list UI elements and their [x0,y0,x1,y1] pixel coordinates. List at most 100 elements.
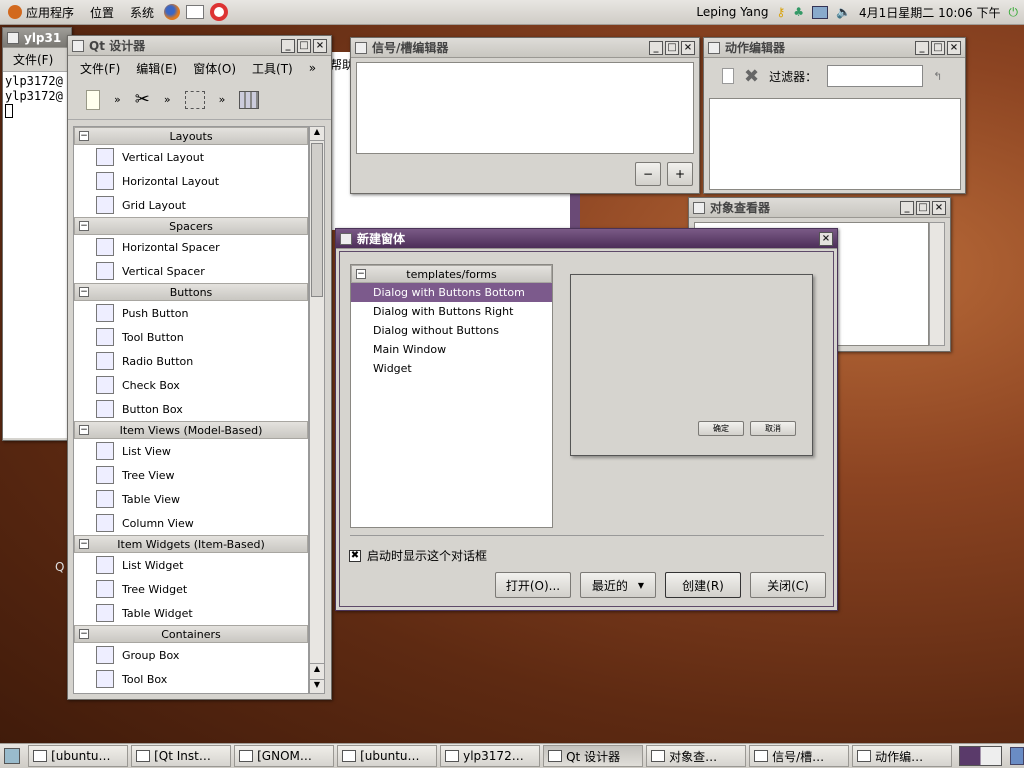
help-icon[interactable] [210,3,229,21]
minimize-button[interactable]: _ [915,40,929,55]
collapse-icon[interactable]: − [79,629,89,639]
mail-icon[interactable] [186,5,205,19]
dialog-close-button[interactable]: × [819,231,833,246]
collapse-icon[interactable]: − [79,539,89,549]
widget-group-box[interactable]: Group Box [74,643,308,667]
widget-vertical-spacer[interactable]: Vertical Spacer [74,259,308,283]
new-form-dialog[interactable]: 新建窗体 × − templates/forms Dialog with Butt… [335,228,838,611]
template-dialog-with-buttons-bottom[interactable]: Dialog with Buttons Bottom [351,283,552,302]
close-button[interactable]: × [313,38,327,53]
taskbar-item[interactable]: [ubuntu… [337,745,438,767]
clear-filter-icon[interactable]: ↰ [933,70,942,83]
cut-icon[interactable]: ✂ [135,89,150,110]
widget-radio-button[interactable]: Radio Button [74,349,308,373]
create-button[interactable]: 创建(R) [665,572,741,598]
widget-tool-button[interactable]: Tool Button [74,325,308,349]
filter-input[interactable] [827,65,924,87]
template-dialog-with-buttons-right[interactable]: Dialog with Buttons Right [351,302,552,321]
add-connection-button[interactable]: + [667,162,693,186]
show-desktop-icon[interactable] [4,748,21,764]
firefox-icon[interactable] [164,4,181,20]
remove-connection-button[interactable]: − [635,162,661,186]
logout-icon[interactable]: ⏻ [1009,5,1019,20]
close-button[interactable]: × [681,40,695,55]
taskbar-item[interactable]: [GNOM… [234,745,335,767]
clock[interactable]: 4月1日星期二 10:06 下午 [859,4,1000,21]
terminal-menu-file[interactable]: 文件(F) [3,48,71,72]
show-on-start-checkbox[interactable]: ✖ 启动时显示这个对话框 [349,547,487,564]
template-tree[interactable]: − templates/forms Dialog with Buttons Bot… [350,264,553,528]
menu-more[interactable]: » [309,61,316,75]
signal-slot-list[interactable] [356,62,694,154]
category-buttons[interactable]: − Buttons [74,283,308,301]
template-widget[interactable]: Widget [351,359,552,378]
widget-table-view[interactable]: Table View [74,487,308,511]
open-button[interactable]: 打开(O)... [495,572,571,598]
terminal-window[interactable]: ylp31 文件(F) ylp3172@ ylp3172@ [2,27,72,441]
delete-action-icon[interactable]: ✖ [744,66,759,87]
minimize-button[interactable]: _ [900,200,914,215]
taskbar-item[interactable]: [ubuntu… [28,745,129,767]
taskbar-item[interactable]: [Qt Inst… [131,745,232,767]
widget-horizontal-spacer[interactable]: Horizontal Spacer [74,235,308,259]
collapse-icon[interactable]: − [79,221,89,231]
widget-push-button[interactable]: Push Button [74,301,308,325]
widget-tree-view[interactable]: Tree View [74,463,308,487]
toolbar-more-1[interactable]: » [114,93,121,106]
adjust-size-icon[interactable] [184,90,205,109]
widget-box-list[interactable]: − Layouts Vertical Layout Horizontal Layout… [73,126,309,694]
maximize-button[interactable]: □ [297,38,311,53]
scrollbar-thumb[interactable] [311,143,323,297]
new-action-icon[interactable] [722,68,734,84]
new-file-icon[interactable] [86,89,100,110]
template-tree-root[interactable]: − templates/forms [351,265,552,283]
collapse-icon[interactable]: − [79,425,89,435]
category-spacers[interactable]: − Spacers [74,217,308,235]
taskbar-item[interactable]: ylp3172… [440,745,541,767]
trash-icon[interactable] [1009,747,1024,765]
close-button[interactable]: × [932,200,946,215]
network-monitor-icon[interactable] [812,5,829,19]
network-status-icon[interactable]: ♣ [793,5,804,19]
category-item-widgets-item-based[interactable]: − Item Widgets (Item-Based) [74,535,308,553]
collapse-icon[interactable]: − [79,287,89,297]
category-item-views-model-based[interactable]: − Item Views (Model-Based) [74,421,308,439]
minimize-button[interactable]: _ [281,38,295,53]
qt-designer-window[interactable]: Qt 设计器 _ □ × 文件(F) 编辑(E) 窗体(O) 工具(T) » » ✂… [67,35,332,700]
widget-grid-layout[interactable]: Grid Layout [74,193,308,217]
toolbar-more-2[interactable]: » [164,93,171,106]
menu-edit[interactable]: 编辑(E) [136,60,177,77]
widget-box-scrollbar[interactable]: ▲ ▲ ▼ [309,126,325,694]
widget-list-view[interactable]: List View [74,439,308,463]
close-dialog-button[interactable]: 关闭(C) [750,572,826,598]
close-button[interactable]: × [947,40,961,55]
taskbar-item[interactable]: Qt 设计器 [543,745,644,767]
checkbox-checked-icon[interactable]: ✖ [349,549,361,562]
workspace-switcher[interactable] [959,746,1002,766]
widget-tool-box[interactable]: Tool Box [74,667,308,691]
system-menu[interactable]: 系统 [122,4,162,21]
terminal-output[interactable]: ylp3172@ ylp3172@ [3,72,71,438]
object-tree-scrollbar[interactable] [929,222,945,346]
widget-table-widget[interactable]: Table Widget [74,601,308,625]
widget-tree-widget[interactable]: Tree Widget [74,577,308,601]
maximize-button[interactable]: □ [916,200,930,215]
maximize-button[interactable]: □ [665,40,679,55]
template-dialog-without-buttons[interactable]: Dialog without Buttons [351,321,552,340]
taskbar-item[interactable]: 对象查… [646,745,747,767]
applications-menu[interactable]: 应用程序 [0,4,82,21]
recent-button[interactable]: 最近的 ▼ [580,572,656,598]
menu-form[interactable]: 窗体(O) [193,60,236,77]
action-list[interactable] [709,98,961,190]
signal-slot-editor-window[interactable]: 信号/槽编辑器 _ □ × − + [350,37,700,194]
menu-file[interactable]: 文件(F) [80,60,120,77]
widget-horizontal-layout[interactable]: Horizontal Layout [74,169,308,193]
user-name[interactable]: Leping Yang [696,5,768,19]
toolbar-more-3[interactable]: » [219,93,226,106]
widget-list-widget[interactable]: List Widget [74,553,308,577]
category-layouts[interactable]: − Layouts [74,127,308,145]
category-containers[interactable]: − Containers [74,625,308,643]
widget-button-box[interactable]: Button Box [74,397,308,421]
widget-column-view[interactable]: Column View [74,511,308,535]
maximize-button[interactable]: □ [931,40,945,55]
